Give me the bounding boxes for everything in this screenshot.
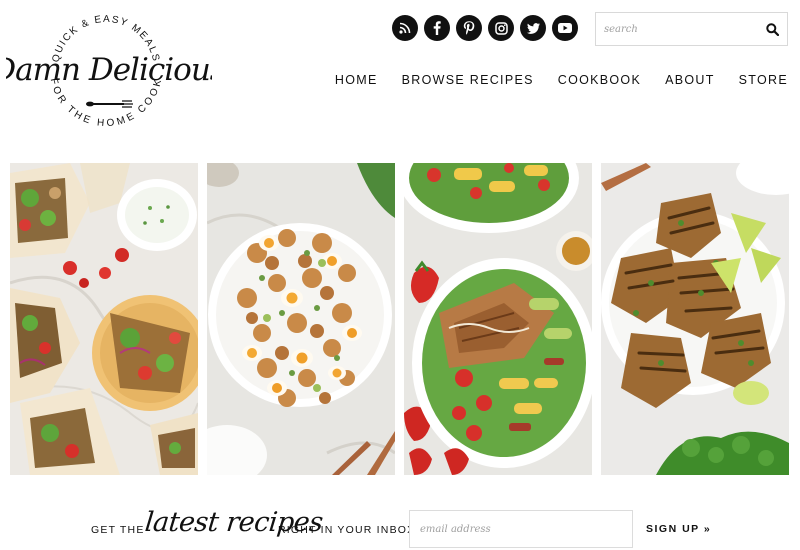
recipe-card-potato-salad[interactable] (207, 163, 395, 475)
newsletter-bar: GET THE latest recipes RIGHT IN YOUR INB… (0, 506, 800, 550)
instagram-icon[interactable] (488, 15, 514, 41)
sign-up-button[interactable]: SIGN UP » (646, 523, 711, 535)
recipe-card-grilled-chicken[interactable] (601, 163, 789, 475)
recipe-card-gyros[interactable] (10, 163, 198, 475)
newsletter-prefix: GET THE (91, 524, 145, 536)
recipe-card-chicken-salad[interactable] (404, 163, 592, 475)
social-links (392, 15, 578, 41)
rss-icon[interactable] (392, 15, 418, 41)
featured-recipes-grid (10, 163, 789, 475)
nav-item-browse-recipes[interactable]: BROWSE RECIPES (402, 73, 534, 87)
nav-item-about[interactable]: ABOUT (665, 73, 715, 87)
site-logo[interactable]: QUICK & EASY MEALS FOR THE HOME COOK Dam… (6, 4, 212, 136)
newsletter-suffix: RIGHT IN YOUR INBOX: (278, 524, 420, 536)
nav-item-home[interactable]: HOME (335, 73, 378, 87)
search-input[interactable] (596, 13, 757, 45)
gyros-with-tzatziki-photo (10, 163, 198, 475)
grilled-chicken-with-lime-photo (601, 163, 789, 475)
nav-item-cookbook[interactable]: COOKBOOK (558, 73, 641, 87)
twitter-icon[interactable] (520, 15, 546, 41)
pinterest-icon[interactable] (456, 15, 482, 41)
nav-item-store[interactable]: STORE (739, 73, 788, 87)
main-nav: HOME BROWSE RECIPES COOKBOOK ABOUT STORE (335, 73, 788, 87)
potato-egg-salad-photo (207, 163, 395, 475)
facebook-icon[interactable] (424, 15, 450, 41)
search-box (595, 12, 788, 46)
youtube-icon[interactable] (552, 15, 578, 41)
chicken-strawberry-salad-photo (404, 163, 592, 475)
search-icon[interactable] (757, 13, 787, 45)
logo-wordmark: Damn Delicious (6, 52, 212, 88)
logo-utensil-icon (86, 100, 133, 108)
email-field[interactable] (409, 510, 633, 548)
